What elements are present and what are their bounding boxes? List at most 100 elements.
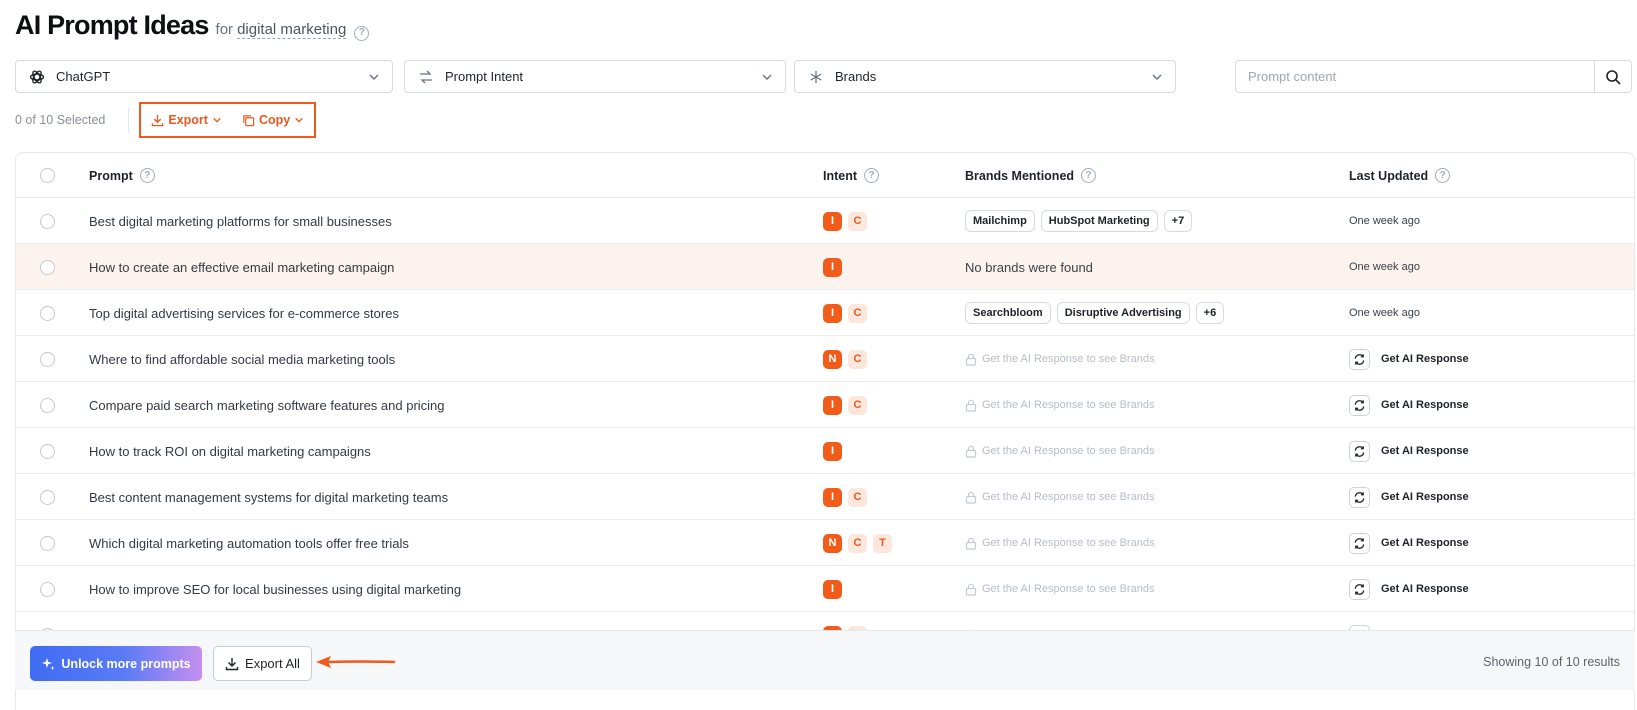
prompt-text[interactable]: Best digital marketing platforms for sma… xyxy=(89,214,392,229)
chevron-down-icon xyxy=(1152,74,1162,80)
select-all-checkbox[interactable] xyxy=(40,168,55,183)
page-header: AI Prompt Ideas for digital marketing ? xyxy=(15,10,370,41)
table-header: Prompt ? Intent ? Brands Mentioned ? Las… xyxy=(16,153,1634,198)
refresh-button[interactable] xyxy=(1349,348,1370,370)
row-checkbox[interactable] xyxy=(40,443,55,459)
intent-cell: NCT xyxy=(823,520,898,566)
help-icon[interactable]: ? xyxy=(354,25,370,41)
intent-badge: I xyxy=(823,395,842,415)
column-intent-label: Intent xyxy=(823,168,858,183)
swap-icon xyxy=(417,68,435,86)
table-row[interactable]: Top digital advertising services for e-c… xyxy=(16,290,1634,336)
get-ai-response-button[interactable]: Get AI Response xyxy=(1349,578,1469,600)
locked-brands: Get the AI Response to see Brands xyxy=(965,583,1154,596)
table-row[interactable]: Best digital marketing platforms for sma… xyxy=(16,198,1634,244)
refresh-icon xyxy=(1354,583,1365,595)
get-ai-response-button[interactable]: Get AI Response xyxy=(1349,532,1469,554)
brand-chip[interactable]: Searchbloom xyxy=(965,302,1051,324)
search-box xyxy=(1235,60,1632,93)
brands-cell: Get the AI Response to see Brands xyxy=(965,382,1154,428)
prompt-text[interactable]: Best content management systems for digi… xyxy=(89,490,448,505)
row-checkbox[interactable] xyxy=(40,351,55,367)
brands-cell: Get the AI Response to see Brands xyxy=(965,566,1154,612)
bulk-actions: Export Copy xyxy=(139,102,317,138)
table-row[interactable]: How to track ROI on digital marketing ca… xyxy=(16,428,1634,474)
for-label: for xyxy=(215,21,234,38)
prompt-text[interactable]: How to track ROI on digital marketing ca… xyxy=(89,444,371,459)
prompt-cell: Top digital advertising services for e-c… xyxy=(89,290,399,336)
row-checkbox[interactable] xyxy=(40,581,55,597)
locked-brands-text: Get the AI Response to see Brands xyxy=(982,353,1155,365)
copy-button[interactable]: Copy xyxy=(242,113,304,127)
get-ai-response-label: Get AI Response xyxy=(1381,353,1469,365)
export-all-button[interactable]: Export All xyxy=(213,646,312,681)
table-row[interactable]: Best content management systems for digi… xyxy=(16,474,1634,520)
help-icon[interactable]: ? xyxy=(864,168,880,183)
updated-cell: Get AI Response xyxy=(1349,520,1469,566)
intent-select[interactable]: Prompt Intent xyxy=(404,60,786,93)
prompt-cell: Best digital marketing platforms for sma… xyxy=(89,198,392,244)
prompt-text[interactable]: How to create an effective email marketi… xyxy=(89,260,394,275)
refresh-button[interactable] xyxy=(1349,440,1370,462)
prompt-text[interactable]: Top digital advertising services for e-c… xyxy=(89,306,399,321)
search-button[interactable] xyxy=(1594,61,1631,92)
page-title: AI Prompt Ideas xyxy=(15,10,209,40)
table-row[interactable]: How to create an effective email marketi… xyxy=(16,244,1634,290)
unlock-prompts-button[interactable]: Unlock more prompts xyxy=(30,646,202,681)
brands-cell: Get the AI Response to see Brands xyxy=(965,428,1154,474)
lock-icon xyxy=(965,491,977,504)
table-footer: Unlock more prompts Export All Showing 1… xyxy=(15,630,1635,690)
help-icon[interactable]: ? xyxy=(1081,168,1097,183)
row-checkbox[interactable] xyxy=(40,535,55,551)
get-ai-response-button[interactable]: Get AI Response xyxy=(1349,486,1469,508)
brands-cell: Get the AI Response to see Brands xyxy=(965,474,1154,520)
row-checkbox[interactable] xyxy=(40,397,55,413)
row-select-cell xyxy=(40,382,55,428)
prompt-cell: How to improve SEO for local businesses … xyxy=(89,566,461,612)
refresh-button[interactable] xyxy=(1349,578,1370,600)
brands-select[interactable]: Brands xyxy=(794,60,1176,93)
get-ai-response-button[interactable]: Get AI Response xyxy=(1349,440,1469,462)
refresh-button[interactable] xyxy=(1349,486,1370,508)
row-checkbox[interactable] xyxy=(40,259,55,275)
row-checkbox[interactable] xyxy=(40,489,55,505)
intent-cell: I xyxy=(823,428,848,474)
table-row[interactable]: Compare paid search marketing software f… xyxy=(16,382,1634,428)
prompts-table: Prompt ? Intent ? Brands Mentioned ? Las… xyxy=(15,152,1635,710)
brand-chip[interactable]: +7 xyxy=(1163,210,1193,232)
keyword-link[interactable]: digital marketing xyxy=(237,21,347,39)
refresh-button[interactable] xyxy=(1349,394,1370,416)
brand-chip[interactable]: Disruptive Advertising xyxy=(1056,302,1190,324)
chevron-down-icon xyxy=(369,74,379,80)
export-button[interactable]: Export xyxy=(151,113,222,127)
prompt-text[interactable]: Where to find affordable social media ma… xyxy=(89,352,395,367)
get-ai-response-button[interactable]: Get AI Response xyxy=(1349,348,1469,370)
brand-chip[interactable]: +6 xyxy=(1195,302,1225,324)
row-checkbox[interactable] xyxy=(40,305,55,321)
help-icon[interactable]: ? xyxy=(1435,168,1451,183)
refresh-icon xyxy=(1354,537,1365,549)
brands-cell: Mailchimp HubSpot Marketing +7 xyxy=(965,198,1198,244)
refresh-button[interactable] xyxy=(1349,532,1370,554)
get-ai-response-button[interactable]: Get AI Response xyxy=(1349,394,1469,416)
prompt-cell: Best content management systems for digi… xyxy=(89,474,448,520)
sparkle-icon xyxy=(42,657,55,670)
prompt-text[interactable]: Compare paid search marketing software f… xyxy=(89,398,445,413)
prompt-content-input[interactable] xyxy=(1236,61,1594,92)
locked-brands-text: Get the AI Response to see Brands xyxy=(982,491,1155,503)
prompt-text[interactable]: How to improve SEO for local businesses … xyxy=(89,582,461,597)
row-checkbox[interactable] xyxy=(40,213,55,229)
brands-cell: Get the AI Response to see Brands xyxy=(965,520,1154,566)
table-row[interactable]: Which digital marketing automation tools… xyxy=(16,520,1634,566)
row-select-cell xyxy=(40,290,55,336)
table-row[interactable]: Where to find affordable social media ma… xyxy=(16,336,1634,382)
prompt-text[interactable]: Which digital marketing automation tools… xyxy=(89,536,409,551)
help-icon[interactable]: ? xyxy=(139,168,155,183)
intent-badge: C xyxy=(848,487,867,507)
model-select[interactable]: ChatGPT xyxy=(15,60,393,93)
table-row[interactable]: How to improve SEO for local businesses … xyxy=(16,566,1634,612)
brand-chip[interactable]: Mailchimp xyxy=(965,210,1035,232)
locked-brands-text: Get the AI Response to see Brands xyxy=(982,445,1155,457)
updated-cell: One week ago xyxy=(1349,244,1420,290)
brand-chip[interactable]: HubSpot Marketing xyxy=(1040,210,1158,232)
